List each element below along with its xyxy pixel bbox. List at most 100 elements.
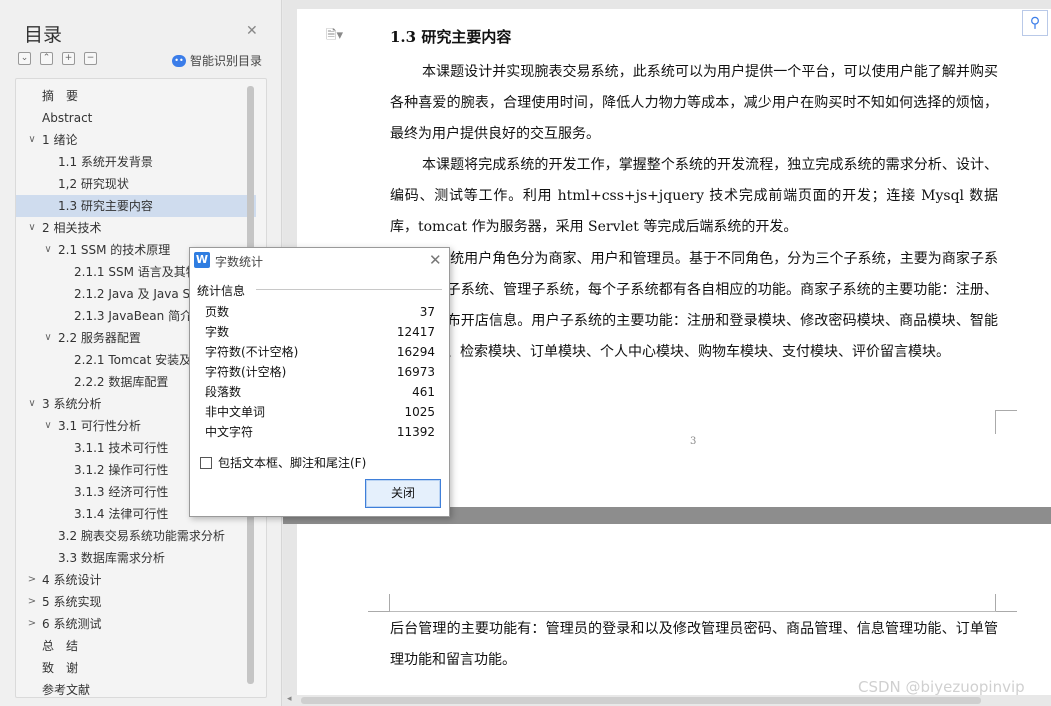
stat-value: 37 xyxy=(419,305,435,319)
dialog-title: 字数统计 xyxy=(215,255,264,269)
toc-item-label: 1,2 研究现状 xyxy=(58,177,129,191)
toc-item-label: 3.1.4 法律可行性 xyxy=(74,507,169,521)
smart-toc-button[interactable]: •• 智能识别目录 xyxy=(172,52,262,69)
toc-item-label: 2.2.2 数据库配置 xyxy=(74,375,169,389)
header-line xyxy=(390,611,996,612)
stat-value: 461 xyxy=(412,385,435,399)
remove-level-icon[interactable]: − xyxy=(84,52,97,65)
stat-row: 页数 37 xyxy=(205,302,435,322)
chevron-down-icon[interactable]: ∨ xyxy=(26,393,38,415)
toc-item[interactable]: >6 系统测试 xyxy=(16,613,256,635)
section-divider xyxy=(256,289,442,290)
stat-row: 字符数(计空格) 16973 xyxy=(205,362,435,382)
toc-close-icon[interactable]: ✕ xyxy=(246,23,258,39)
toc-item[interactable]: >4 系统设计 xyxy=(16,569,256,591)
toc-item-label: Abstract xyxy=(42,111,93,125)
stat-row: 段落数 461 xyxy=(205,382,435,402)
section-label: 统计信息 xyxy=(197,284,246,298)
toc-item-label: 2.2 服务器配置 xyxy=(58,331,141,345)
chevron-down-icon[interactable]: ∨ xyxy=(26,129,38,151)
toc-item[interactable]: 摘 要 xyxy=(16,85,256,107)
expand-all-icon[interactable]: ⌃ xyxy=(40,52,53,65)
toc-item-label: 2.2.1 Tomcat 安装及配 xyxy=(74,353,204,367)
dialog-titlebar[interactable]: W 字数统计 ✕ xyxy=(190,248,449,274)
stat-row: 非中文单词 1025 xyxy=(205,402,435,422)
paragraph: 本系统用户角色分为商家、用户和管理员。基于不同角色，分为三个子系统，主要为商家子… xyxy=(390,251,998,360)
stat-row: 字数 12417 xyxy=(205,322,435,342)
scrollbar-thumb[interactable] xyxy=(301,697,981,704)
stat-label: 中文字符 xyxy=(205,425,254,439)
stat-label: 字符数(不计空格) xyxy=(205,345,299,359)
toc-item-label: 1.3 研究主要内容 xyxy=(58,199,153,213)
stat-value: 11392 xyxy=(396,425,435,439)
stat-label: 段落数 xyxy=(205,385,242,399)
toc-item-label: 2.1.1 SSM 语言及其特 xyxy=(74,265,198,279)
add-level-icon[interactable]: + xyxy=(62,52,75,65)
paragraph: 本课题设计并实现腕表交易系统，此系统可以为用户提供一个平台，可以使用户能了解并购… xyxy=(390,64,998,142)
toc-item[interactable]: ∨ 1 绪论 xyxy=(16,129,256,151)
paragraph: 后台管理的主要功能有：管理员的登录和以及修改管理员密码、商品管理、信息管理功能、… xyxy=(390,621,998,668)
stat-label: 字数 xyxy=(205,325,230,339)
toc-item-label: 1.1 系统开发背景 xyxy=(58,155,153,169)
toc-item-label: 2.1.3 JavaBean 简介 xyxy=(74,309,193,323)
collapse-all-icon[interactable]: ⌄ xyxy=(18,52,31,65)
stat-value: 12417 xyxy=(396,325,435,339)
section-heading: 1.3 研究主要内容 xyxy=(390,28,512,46)
smart-toc-icon: •• xyxy=(172,54,186,67)
toc-item[interactable]: >5 系统实现 xyxy=(16,591,256,613)
smart-toc-label: 智能识别目录 xyxy=(190,54,263,68)
toc-item-label: 3.2 腕表交易系统功能需求分析 xyxy=(58,529,225,543)
toc-item-label: 6 系统测试 xyxy=(42,617,102,631)
scroll-left-icon[interactable]: ◂ xyxy=(287,694,292,704)
toc-item-label: 2.1 SSM 的技术原理 xyxy=(58,243,171,257)
stats-list: 页数 37 字数 12417 字符数(不计空格) 16294 字符数(计空格) 16973 段落… xyxy=(205,302,435,442)
toc-item[interactable]: 致 谢 xyxy=(16,657,256,679)
toc-item[interactable]: ∨ 2 相关技术 xyxy=(16,217,256,239)
toc-item-label: 2 相关技术 xyxy=(42,221,102,235)
margin-marker xyxy=(368,594,390,612)
toc-item[interactable]: 1,2 研究现状 xyxy=(16,173,256,195)
toc-item-label: 3 系统分析 xyxy=(42,397,102,411)
close-button[interactable]: 关闭 xyxy=(365,479,441,508)
toc-item-label: 3.1.3 经济可行性 xyxy=(74,485,169,499)
stat-label: 页数 xyxy=(205,305,230,319)
stat-value: 16973 xyxy=(396,365,435,379)
toc-item[interactable]: 参考文献 xyxy=(16,679,256,697)
toc-item[interactable]: 总 结 xyxy=(16,635,256,657)
toc-item-label: 3.1.2 操作可行性 xyxy=(74,463,169,477)
horizontal-scrollbar[interactable]: ◂ xyxy=(283,694,1051,706)
toc-item[interactable]: 1.3 研究主要内容 xyxy=(16,195,256,217)
wps-writer-icon: W xyxy=(194,252,210,268)
page-number: 3 xyxy=(690,436,697,447)
checkbox-label: 包括文本框、脚注和尾注(F) xyxy=(218,456,367,470)
chevron-right-icon[interactable]: > xyxy=(26,591,38,613)
paragraph: 本课题将完成系统的开发工作，掌握整个系统的开发流程，独立完成系统的需求分析、设计… xyxy=(390,157,998,235)
toc-item[interactable]: Abstract xyxy=(16,107,256,129)
chevron-down-icon[interactable]: ∨ xyxy=(26,217,38,239)
location-pin-icon[interactable]: ⚲ xyxy=(1022,10,1048,36)
chevron-right-icon[interactable]: > xyxy=(26,569,38,591)
margin-marker xyxy=(995,410,1017,434)
toc-item-label: 3.1 可行性分析 xyxy=(58,419,141,433)
chevron-down-icon[interactable]: ∨ xyxy=(42,415,54,437)
checkbox-box[interactable] xyxy=(200,456,212,469)
stat-label: 非中文单词 xyxy=(205,405,266,419)
toc-item-label: 2.1.2 Java 及 Java Se xyxy=(74,287,198,301)
toc-item-label: 1 绪论 xyxy=(42,133,78,147)
stat-row: 字符数(不计空格) 16294 xyxy=(205,342,435,362)
margin-marker xyxy=(995,594,1017,612)
chevron-down-icon[interactable]: ∨ xyxy=(42,327,54,349)
toc-item[interactable]: 1.1 系统开发背景 xyxy=(16,151,256,173)
close-icon[interactable]: ✕ xyxy=(429,251,442,269)
chevron-down-icon[interactable]: ∨ xyxy=(42,239,54,261)
toc-item-label: 总 结 xyxy=(42,639,79,653)
toc-title: 目录 xyxy=(24,24,63,46)
toc-item-label: 参考文献 xyxy=(42,683,91,697)
toc-item-label: 3.3 数据库需求分析 xyxy=(58,551,165,565)
include-notes-checkbox[interactable]: 包括文本框、脚注和尾注(F) xyxy=(200,454,366,471)
document-icon[interactable]: 🗎▾ xyxy=(326,26,343,48)
chevron-right-icon[interactable]: > xyxy=(26,613,38,635)
toc-item[interactable]: 3.2 腕表交易系统功能需求分析 xyxy=(16,525,256,547)
toc-item-label: 4 系统设计 xyxy=(42,573,102,587)
toc-item[interactable]: 3.3 数据库需求分析 xyxy=(16,547,256,569)
